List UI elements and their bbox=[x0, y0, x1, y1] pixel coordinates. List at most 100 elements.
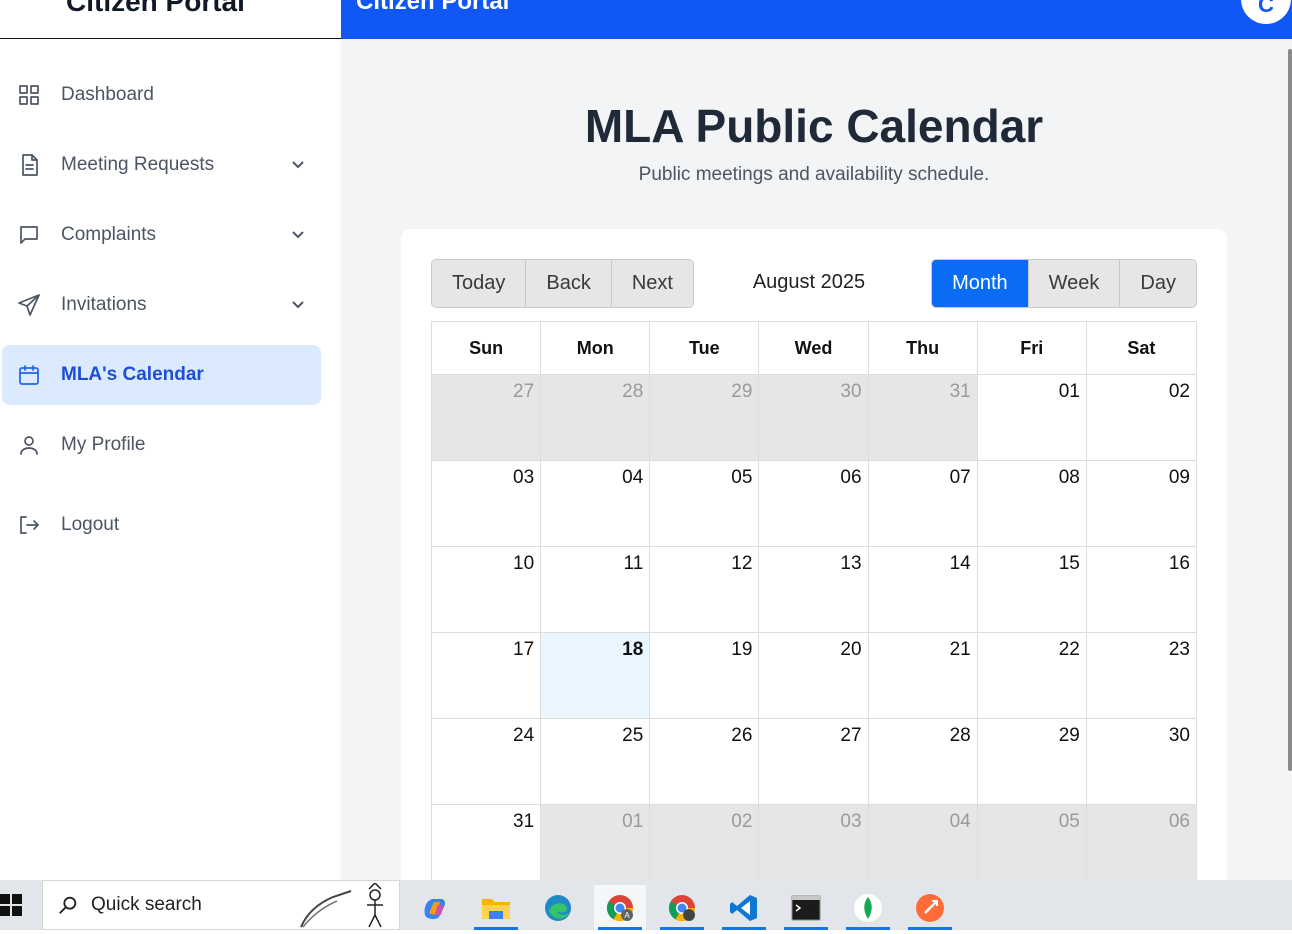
day-cell[interactable]: 09 bbox=[1086, 461, 1196, 547]
mongodb-icon[interactable] bbox=[842, 885, 894, 930]
day-cell[interactable]: 08 bbox=[977, 461, 1087, 547]
scrollbar-thumb[interactable] bbox=[1288, 49, 1292, 771]
document-icon bbox=[17, 153, 41, 177]
day-view-button[interactable]: Day bbox=[1120, 260, 1196, 307]
sidebar-item-label: MLA's Calendar bbox=[61, 364, 204, 385]
vscode-icon[interactable] bbox=[718, 885, 770, 930]
day-cell[interactable]: 29 bbox=[977, 719, 1087, 805]
weekday-label: Wed bbox=[759, 322, 869, 374]
day-cell[interactable]: 31 bbox=[432, 805, 542, 880]
day-cell[interactable]: 07 bbox=[868, 461, 978, 547]
day-cell[interactable]: 24 bbox=[432, 719, 542, 805]
sidebar-item-label: Complaints bbox=[61, 224, 157, 245]
day-cell[interactable]: 06 bbox=[759, 461, 869, 547]
day-cell[interactable]: 17 bbox=[432, 633, 542, 719]
day-cell-outside-month[interactable]: 31 bbox=[868, 375, 978, 461]
chevron-down-icon[interactable] bbox=[290, 156, 306, 172]
search-icon bbox=[57, 894, 79, 916]
sidebar-item-mla-calendar[interactable]: MLA's Calendar bbox=[2, 345, 321, 405]
topbar-title: Citizen Portal bbox=[356, 0, 510, 15]
day-cell-today[interactable]: 18 bbox=[541, 633, 651, 719]
day-cell-outside-month[interactable]: 05 bbox=[977, 805, 1087, 880]
edge-icon[interactable] bbox=[532, 885, 584, 930]
day-cell[interactable]: 12 bbox=[650, 547, 760, 633]
calendar-card: Today Back Next August 2025 Month Week D… bbox=[401, 229, 1227, 880]
avatar[interactable]: C bbox=[1241, 0, 1291, 24]
sidebar-item-dashboard[interactable]: Dashboard bbox=[2, 65, 321, 125]
taskbar-search[interactable]: Quick search bbox=[42, 880, 400, 930]
user-icon bbox=[17, 433, 41, 457]
sidebar-nav: Dashboard Meeting Requests Complaints In… bbox=[0, 65, 341, 565]
month-view-button[interactable]: Month bbox=[932, 260, 1029, 307]
back-button[interactable]: Back bbox=[526, 260, 612, 307]
chevron-down-icon[interactable] bbox=[290, 226, 306, 242]
file-explorer-icon[interactable] bbox=[470, 885, 522, 930]
day-cell-outside-month[interactable]: 04 bbox=[868, 805, 978, 880]
send-icon bbox=[17, 293, 41, 317]
calendar-toolbar: Today Back Next August 2025 Month Week D… bbox=[431, 259, 1197, 308]
day-cell-outside-month[interactable]: 01 bbox=[541, 805, 651, 880]
week-view-button[interactable]: Week bbox=[1028, 260, 1121, 307]
day-cell-outside-month[interactable]: 29 bbox=[650, 375, 760, 461]
copilot-icon[interactable] bbox=[408, 885, 460, 930]
scrollbar[interactable] bbox=[1287, 39, 1292, 880]
day-cell-outside-month[interactable]: 28 bbox=[541, 375, 651, 461]
chrome-profile-icon[interactable] bbox=[656, 885, 708, 930]
search-placeholder: Quick search bbox=[91, 894, 202, 915]
sidebar-item-label: Logout bbox=[61, 514, 120, 535]
main-content: MLA Public Calendar Public meetings and … bbox=[341, 39, 1292, 880]
chevron-down-icon[interactable] bbox=[290, 296, 306, 312]
day-cell-outside-month[interactable]: 27 bbox=[432, 375, 542, 461]
svg-text:A: A bbox=[624, 911, 630, 920]
day-cell-outside-month[interactable]: 03 bbox=[759, 805, 869, 880]
sidebar-item-invitations[interactable]: Invitations bbox=[2, 275, 321, 335]
topbar: Citizen Portal C bbox=[341, 0, 1292, 39]
chat-icon bbox=[17, 223, 41, 247]
day-cell[interactable]: 16 bbox=[1086, 547, 1196, 633]
day-cell[interactable]: 11 bbox=[541, 547, 651, 633]
windows-start-icon[interactable] bbox=[0, 893, 24, 917]
day-cell[interactable]: 15 bbox=[977, 547, 1087, 633]
chrome-icon[interactable]: A bbox=[594, 885, 646, 930]
today-button[interactable]: Today bbox=[432, 260, 527, 307]
day-cells: 27 28 29 30 31 01 02 03 04 05 06 07 08 09 10 11 12 13 14 15… bbox=[432, 375, 1196, 880]
day-cell[interactable]: 27 bbox=[759, 719, 869, 805]
weekday-label: Sun bbox=[432, 322, 542, 374]
month-grid: Sun Mon Tue Wed Thu Fri Sat 27 28 29 30 31 01… bbox=[431, 321, 1197, 880]
day-cell[interactable]: 05 bbox=[650, 461, 760, 547]
day-cell[interactable]: 30 bbox=[1086, 719, 1196, 805]
day-cell[interactable]: 21 bbox=[868, 633, 978, 719]
weekday-header: Sun Mon Tue Wed Thu Fri Sat bbox=[432, 322, 1196, 375]
sidebar-item-logout[interactable]: Logout bbox=[2, 495, 321, 555]
brand-title: Citizen Portal bbox=[66, 0, 245, 17]
day-cell-outside-month[interactable]: 30 bbox=[759, 375, 869, 461]
sidebar-item-label: Dashboard bbox=[61, 84, 154, 105]
day-cell[interactable]: 14 bbox=[868, 547, 978, 633]
weekday-label: Sat bbox=[1127, 337, 1156, 358]
day-cell[interactable]: 28 bbox=[868, 719, 978, 805]
sidebar-item-my-profile[interactable]: My Profile bbox=[2, 415, 321, 475]
weekday-label: Tue bbox=[650, 322, 760, 374]
day-cell[interactable]: 25 bbox=[541, 719, 651, 805]
postman-icon[interactable] bbox=[904, 885, 956, 930]
day-cell-outside-month[interactable]: 06 bbox=[1086, 805, 1196, 880]
day-cell[interactable]: 03 bbox=[432, 461, 542, 547]
weekday-label: Thu bbox=[869, 322, 978, 374]
day-cell[interactable]: 04 bbox=[541, 461, 651, 547]
day-cell[interactable]: 13 bbox=[759, 547, 869, 633]
day-cell[interactable]: 20 bbox=[759, 633, 869, 719]
day-cell[interactable]: 02 bbox=[1086, 375, 1196, 461]
day-cell[interactable]: 26 bbox=[650, 719, 760, 805]
day-cell[interactable]: 19 bbox=[650, 633, 760, 719]
day-cell-outside-month[interactable]: 02 bbox=[650, 805, 760, 880]
next-button[interactable]: Next bbox=[611, 260, 693, 307]
day-cell[interactable]: 23 bbox=[1086, 633, 1196, 719]
day-cell[interactable]: 22 bbox=[977, 633, 1087, 719]
day-cell[interactable]: 01 bbox=[977, 375, 1087, 461]
terminal-icon[interactable] bbox=[780, 885, 832, 930]
sidebar-item-meeting-requests[interactable]: Meeting Requests bbox=[2, 135, 321, 195]
weekday-label: Mon bbox=[541, 322, 651, 374]
day-cell[interactable]: 10 bbox=[432, 547, 542, 633]
sidebar-item-complaints[interactable]: Complaints bbox=[2, 205, 321, 265]
page-title: MLA Public Calendar bbox=[584, 100, 1044, 152]
